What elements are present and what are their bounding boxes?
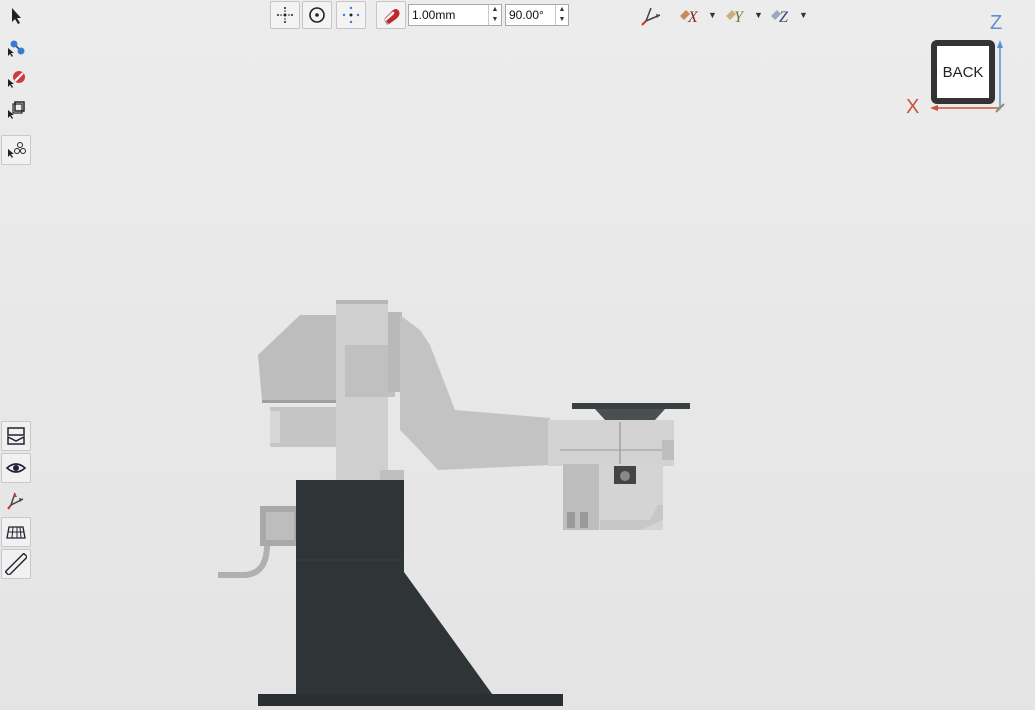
view-cube-widget: BACK Z X — [900, 10, 1020, 120]
view-cube-face[interactable]: BACK — [937, 46, 989, 98]
triad-button[interactable] — [640, 4, 664, 26]
visibility-eye-icon — [5, 463, 27, 473]
robot-flange — [572, 403, 690, 409]
svg-text:Z: Z — [779, 9, 789, 26]
chevron-down-icon: ▼ — [799, 10, 808, 20]
svg-text:Y: Y — [734, 9, 745, 26]
chevron-down-icon: ▼ — [754, 10, 763, 20]
view-cube[interactable]: BACK — [931, 40, 995, 104]
x-axis-dropdown[interactable]: X ▼ — [678, 4, 717, 26]
snap-points-icon — [342, 6, 360, 24]
axis-x-label: X — [906, 96, 920, 118]
triad-icon — [641, 7, 661, 26]
chevron-down-icon: ▼ — [708, 10, 717, 20]
select-points-tool[interactable] — [2, 33, 30, 61]
robot-rear-motor — [258, 315, 338, 400]
top-toolbar: 1.00mm ▲ ▼ 90.00° ▲ ▼ X ▼ Y ▼ Z ▼ — [0, 0, 1035, 32]
robot-upper-arm — [400, 315, 550, 470]
measure-ruler-icon — [5, 553, 27, 575]
z-axis-icon: Z — [771, 9, 789, 26]
select-points-icon — [8, 40, 25, 57]
y-axis-dropdown[interactable]: Y ▼ — [724, 4, 763, 26]
translate-icon — [277, 7, 293, 23]
rotate-button[interactable] — [302, 1, 332, 29]
select-box-tool[interactable] — [2, 95, 30, 123]
select-none-tool[interactable] — [2, 64, 30, 92]
snap-distance-stepper[interactable]: ▲ ▼ — [488, 5, 501, 25]
magnet-icon — [384, 9, 400, 25]
z-axis-dropdown[interactable]: Z ▼ — [769, 4, 808, 26]
rotate-icon — [309, 7, 325, 23]
axes-triad-icon — [7, 492, 24, 510]
grid-icon — [6, 526, 26, 539]
robot-base-pedestal — [296, 480, 495, 698]
3d-viewport[interactable]: 1.00mm ▲ ▼ 90.00° ▲ ▼ X ▼ Y ▼ Z ▼ BACK Z… — [0, 0, 1035, 710]
robot-model[interactable] — [0, 0, 1035, 710]
select-box-icon — [8, 101, 25, 119]
x-axis-icon: X — [680, 9, 699, 26]
axis-z-label: Z — [990, 12, 1003, 34]
measure-tool[interactable] — [1, 549, 31, 579]
robot-wrist — [548, 420, 674, 466]
select-none-icon — [8, 71, 25, 88]
snap-angle-value: 90.00° — [509, 8, 544, 22]
snap-angle-input[interactable]: 90.00° ▲ ▼ — [505, 4, 569, 26]
svg-text:X: X — [687, 9, 699, 26]
snap-distance-input[interactable]: 1.00mm ▲ ▼ — [408, 4, 502, 26]
select-assembly-icon — [8, 142, 26, 158]
section-view-icon — [7, 427, 25, 445]
axes-triad-tool[interactable] — [2, 486, 30, 514]
select-assembly-tool[interactable] — [1, 135, 31, 165]
snap-angle-stepper[interactable]: ▲ ▼ — [555, 5, 568, 25]
section-view-tool[interactable] — [1, 421, 31, 451]
grid-tool[interactable] — [1, 517, 31, 547]
snap-points-button[interactable] — [336, 1, 366, 29]
translate-button[interactable] — [270, 1, 300, 29]
visibility-tool[interactable] — [1, 453, 31, 483]
magnet-snap-button[interactable] — [376, 1, 406, 29]
snap-distance-value: 1.00mm — [412, 8, 456, 22]
y-axis-icon: Y — [726, 9, 745, 26]
